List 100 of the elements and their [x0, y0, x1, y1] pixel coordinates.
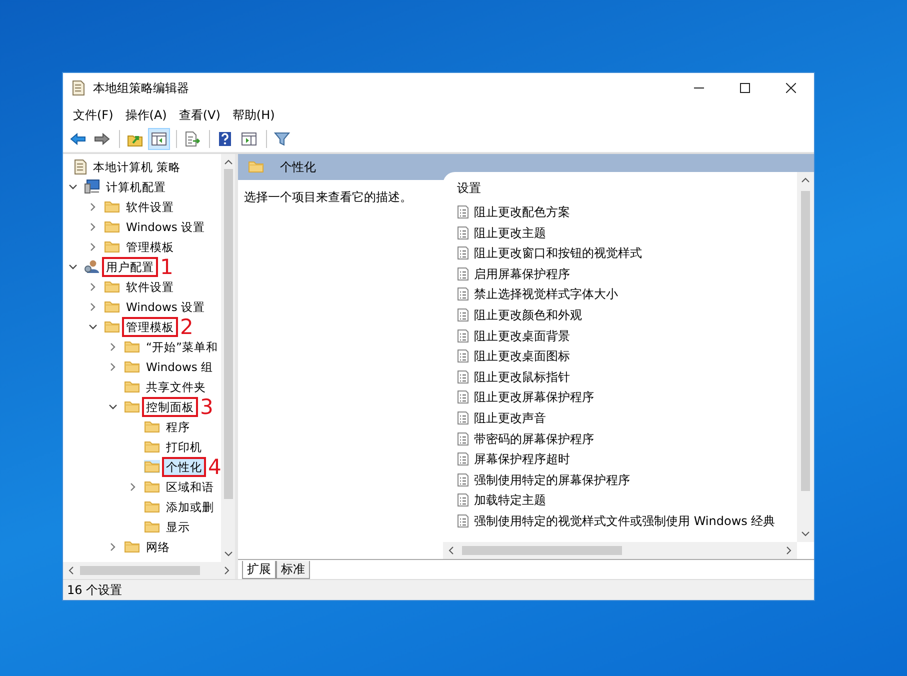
tree-item[interactable]: Windows 设置 [124, 218, 207, 235]
scroll-up-icon[interactable] [224, 158, 232, 167]
chevron-right-icon[interactable] [108, 362, 118, 372]
chevron-right-icon[interactable] [88, 242, 98, 252]
setting-icon [457, 308, 469, 322]
chevron-right-icon[interactable] [128, 482, 138, 492]
tree-item[interactable]: 打印机 [164, 438, 204, 455]
panel-icon [241, 131, 257, 148]
horizontal-scrollbar[interactable] [443, 542, 797, 560]
filter-icon [274, 131, 290, 148]
panel-icon [151, 131, 167, 148]
chevron-right-icon[interactable] [108, 342, 118, 352]
horizontal-scrollbar[interactable] [63, 562, 235, 580]
setting-item[interactable]: 启用屏幕保护程序 [474, 264, 570, 283]
tree-item[interactable]: Windows 设置 [124, 298, 207, 315]
setting-item[interactable]: 阻止更改主题 [474, 224, 546, 242]
folder-icon [248, 160, 264, 174]
tree-item[interactable]: 显示 [164, 518, 192, 535]
folder-icon [104, 300, 120, 314]
setting-icon [457, 411, 469, 426]
setting-item[interactable]: 屏幕保护程序超时 [474, 450, 570, 468]
menu-item[interactable]: 帮助(H) [226, 104, 281, 125]
tree-item[interactable]: 网络 [144, 538, 172, 555]
chevron-down-icon[interactable] [68, 262, 78, 272]
document-arrow-icon [184, 131, 200, 148]
maximize-icon [740, 83, 750, 93]
folder-icon [104, 320, 120, 334]
tree-item[interactable]: 管理模板 [124, 318, 176, 335]
tree-item[interactable]: 本地计算机 策略 [91, 158, 183, 175]
folder-icon [104, 220, 120, 234]
chevron-right-icon[interactable] [88, 302, 98, 312]
tree-item[interactable]: 控制面板 [144, 398, 196, 415]
setting-item[interactable]: 阻止更改声音 [474, 409, 546, 428]
setting-icon [457, 390, 469, 404]
setting-item[interactable]: 禁止选择视觉样式字体大小 [474, 285, 618, 304]
folder-icon [144, 420, 160, 434]
computer-icon [84, 179, 100, 194]
scroll-right-icon[interactable] [784, 546, 793, 556]
vertical-scrollbar[interactable] [797, 172, 814, 542]
annotation-number: 4 [208, 456, 222, 477]
tree-item[interactable]: 用户配置 [104, 258, 156, 275]
chevron-down-icon[interactable] [68, 182, 78, 192]
setting-item[interactable]: 带密码的屏幕保护程序 [474, 430, 594, 448]
view-tab[interactable]: 扩展 [242, 561, 276, 580]
description-text: 选择一个项目来查看它的描述。 [243, 188, 413, 206]
view-tab[interactable]: 标准 [276, 561, 310, 580]
scroll-down-icon[interactable] [224, 549, 232, 558]
scroll-up-icon[interactable] [801, 176, 810, 185]
scrollbar-thumb[interactable] [80, 566, 200, 576]
chevron-right-icon[interactable] [88, 282, 98, 292]
setting-item[interactable]: 阻止更改屏幕保护程序 [474, 388, 594, 406]
setting-item[interactable]: 阻止更改窗口和按钮的视觉样式 [474, 244, 642, 262]
tree-item[interactable]: 共享文件夹 [144, 378, 208, 395]
scroll-right-icon[interactable] [222, 566, 231, 576]
setting-icon [457, 246, 469, 260]
scrollbar-thumb[interactable] [224, 168, 232, 499]
folder-icon [104, 280, 120, 294]
question-icon [217, 131, 233, 148]
tree-item[interactable]: 管理模板 [124, 238, 176, 255]
tree-item[interactable]: 区域和语 [164, 478, 216, 495]
chevron-down-icon[interactable] [88, 322, 98, 332]
setting-item[interactable]: 阻止更改桌面背景 [474, 326, 570, 345]
scroll-left-icon[interactable] [67, 566, 76, 576]
setting-item[interactable]: 阻止更改颜色和外观 [474, 306, 582, 324]
show-tree-button[interactable] [148, 128, 170, 150]
chevron-right-icon[interactable] [88, 222, 98, 232]
column-header[interactable]: 设置 [457, 176, 797, 200]
tree-item[interactable]: “开始”菜单和 [144, 338, 220, 355]
close-icon [786, 83, 796, 93]
tree-item[interactable]: 添加或删 [164, 498, 216, 515]
setting-item[interactable]: 强制使用特定的视觉样式文件或强制使用 Windows 经典 [474, 512, 776, 530]
tree-item[interactable]: 程序 [164, 418, 192, 435]
scroll-left-icon[interactable] [447, 546, 456, 556]
menu-item[interactable]: 操作(A) [119, 104, 173, 125]
tree-item[interactable]: 计算机配置 [104, 178, 168, 195]
setting-icon [457, 287, 469, 302]
tree-item[interactable]: 个性化 [164, 458, 204, 475]
vertical-scrollbar[interactable] [221, 154, 235, 562]
document-icon [71, 80, 85, 96]
chevron-right-icon[interactable] [108, 542, 118, 552]
scrollbar-thumb[interactable] [801, 190, 810, 491]
setting-item[interactable]: 阻止更改鼠标指针 [474, 368, 570, 386]
setting-item[interactable]: 加载特定主题 [474, 491, 546, 510]
scroll-down-icon[interactable] [801, 529, 810, 538]
setting-item[interactable]: 强制使用特定的屏幕保护程序 [474, 470, 630, 489]
tree-item[interactable]: 软件设置 [124, 278, 176, 295]
folder-icon [124, 540, 140, 554]
chevron-down-icon[interactable] [108, 402, 118, 412]
document-icon [73, 158, 87, 175]
window-title: 本地组策略编辑器 [93, 80, 190, 97]
setting-item[interactable]: 阻止更改桌面图标 [474, 347, 570, 366]
tree-item[interactable]: 软件设置 [124, 198, 176, 215]
chevron-right-icon[interactable] [88, 202, 98, 212]
scrollbar-thumb[interactable] [462, 546, 622, 556]
folder-icon [104, 240, 120, 254]
tree-item[interactable]: Windows 组 [144, 358, 215, 375]
menu-item[interactable]: 查看(V) [172, 104, 226, 125]
folder-icon [124, 360, 140, 374]
menu-item[interactable]: 文件(F) [67, 104, 120, 125]
setting-item[interactable]: 阻止更改配色方案 [474, 203, 570, 222]
